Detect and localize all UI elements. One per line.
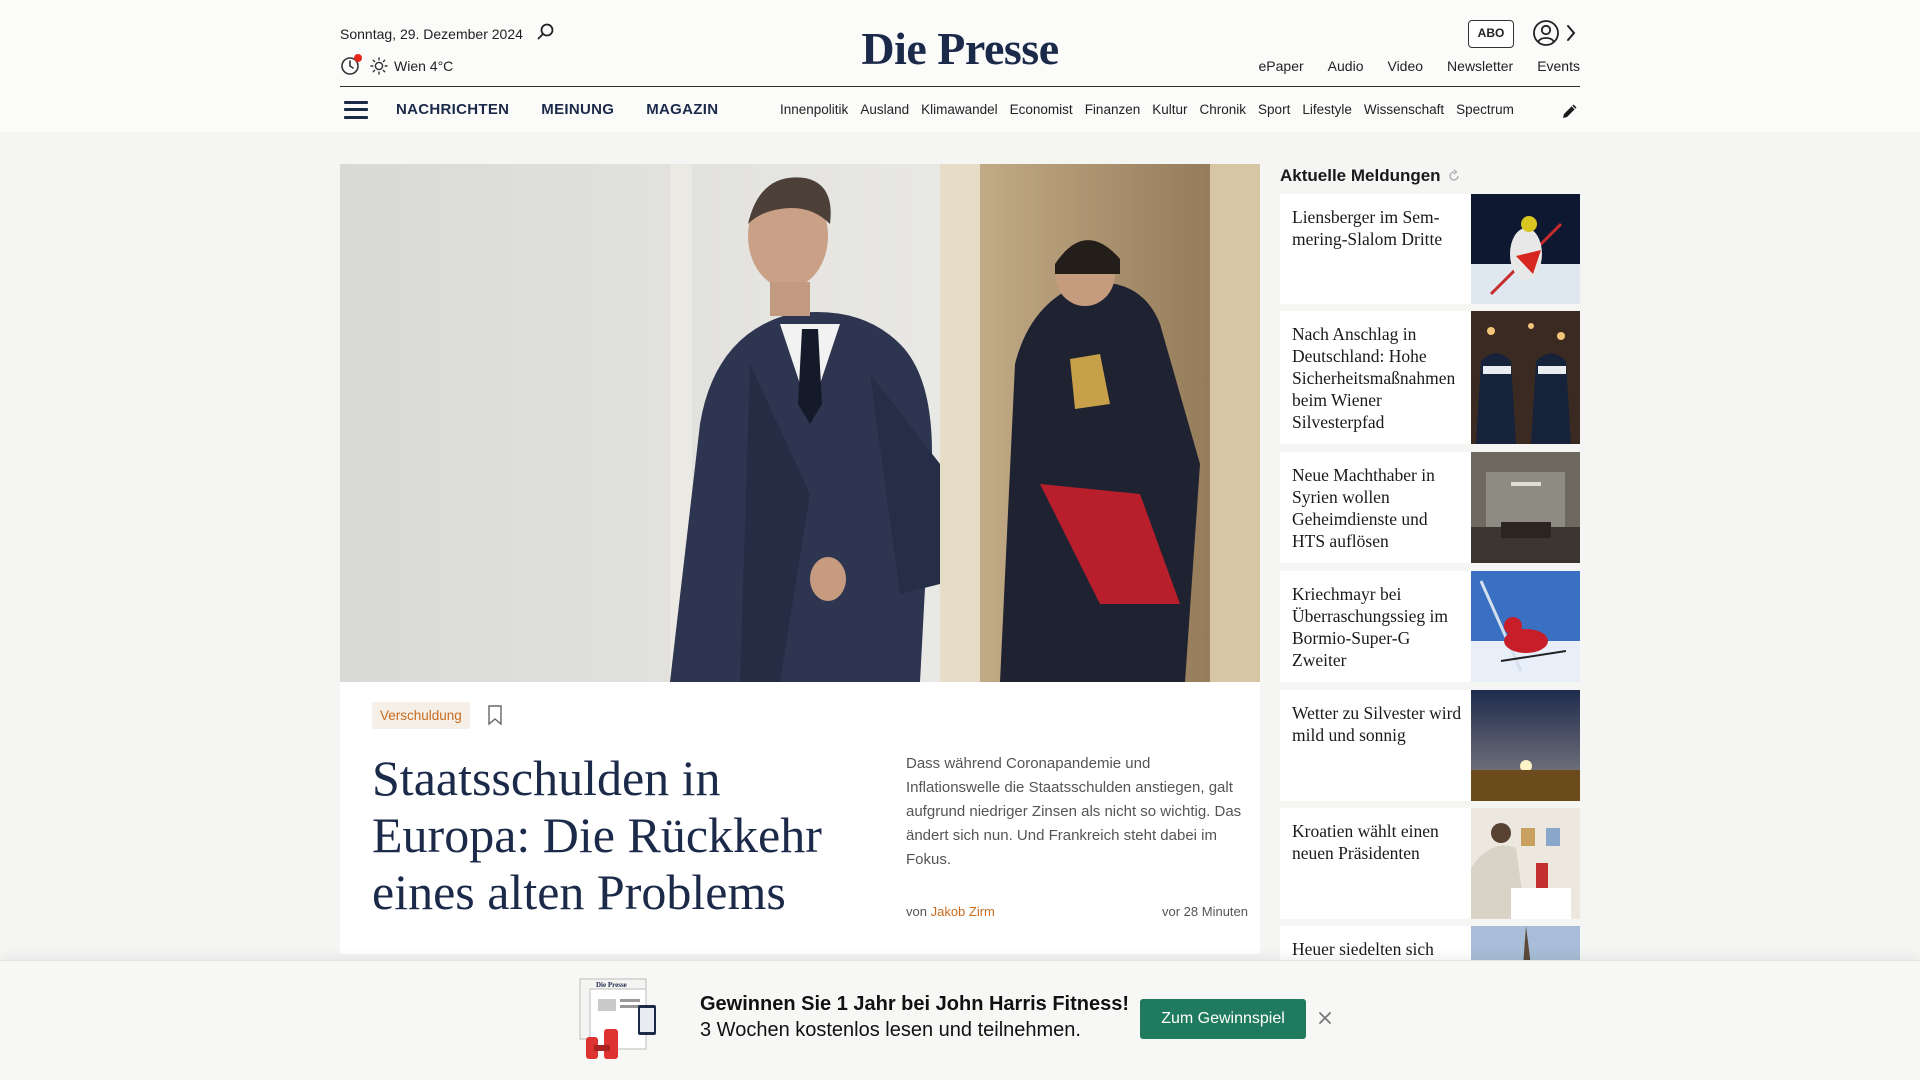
- author-link[interactable]: Jakob Zirm: [931, 904, 995, 919]
- user-account-icon[interactable]: [1532, 19, 1560, 47]
- header-inner: Sonntag, 29. Dezember 2024 Wien 4°C Die …: [340, 0, 1580, 132]
- nav-item-magazin[interactable]: MAGAZIN: [646, 101, 718, 118]
- news-thumbnail: [1471, 808, 1580, 919]
- news-item-title: Wetter zu Silvester wird mild und sonnig: [1292, 703, 1462, 745]
- nav-section-chronik[interactable]: Chronik: [1200, 102, 1247, 117]
- nav-section-wissenschaft[interactable]: Wissenschaft: [1364, 102, 1444, 117]
- current-date: Sonntag, 29. Dezember 2024: [340, 26, 523, 42]
- news-item[interactable]: Liensberger im Sem­mering-Slalom Dritte: [1280, 194, 1580, 304]
- close-icon[interactable]: [1317, 1010, 1333, 1026]
- nav-section-spectrum[interactable]: Spectrum: [1456, 102, 1514, 117]
- category-tag[interactable]: Verschuldung: [372, 702, 470, 729]
- clock-icon[interactable]: [340, 54, 362, 76]
- main-navigation: NACHRICHTEN MEINUNG MAGAZIN Innenpolitik…: [340, 87, 1580, 132]
- article-headline[interactable]: Staatsschulden in Europa: Die Rückkehr e…: [372, 750, 872, 921]
- nav-item-meinung[interactable]: MEINUNG: [541, 101, 614, 118]
- weather-label: Wien 4°C: [394, 58, 454, 74]
- nav-section-ausland[interactable]: Ausland: [860, 102, 909, 117]
- nav-section-innenpolitik[interactable]: Innenpolitik: [780, 102, 848, 117]
- nav-section-klimawandel[interactable]: Klimawandel: [921, 102, 998, 117]
- nav-main-sections: NACHRICHTEN MEINUNG MAGAZIN: [396, 101, 718, 118]
- nav-subsections: Innenpolitik Ausland Klimawandel Economi…: [780, 87, 1550, 132]
- news-item-title: Kroatien wählt einen neuen Präsidenten: [1292, 821, 1439, 863]
- search-icon[interactable]: [536, 22, 556, 42]
- sidebar-heading: Aktuelle Meldungen: [1280, 164, 1580, 188]
- hamburger-menu-icon[interactable]: [344, 100, 368, 119]
- hero-image[interactable]: [340, 164, 1260, 682]
- hero-article[interactable]: Verschuldung Staatsschulden in Europa: D…: [340, 164, 1260, 954]
- abo-button[interactable]: ABO: [1468, 20, 1514, 48]
- news-thumbnail: [1471, 571, 1580, 682]
- notification-dot: [354, 54, 362, 62]
- nav-section-economist[interactable]: Economist: [1010, 102, 1073, 117]
- promo-banner: Die Presse Gewinnen Sie 1 Jahr bei John …: [0, 960, 1920, 1080]
- promo-subline: 3 Wochen kostenlos lesen und teilnehmen.: [700, 1019, 1081, 1041]
- news-item-title: Kriechmayr bei Überraschungssieg im Borm…: [1292, 584, 1449, 670]
- article-teaser: Dass während Coronapandemie und Inflatio…: [906, 755, 1242, 868]
- latest-news-sidebar: Aktuelle Meldungen Liensberger im Sem­me…: [1280, 164, 1580, 966]
- news-item-title: Liensberger im Sem­mering-Slalom Dritte: [1292, 207, 1443, 249]
- nav-section-lifestyle[interactable]: Lifestyle: [1302, 102, 1352, 117]
- promo-headline: Gewinnen Sie 1 Jahr bei John Harris Fitn…: [700, 993, 1130, 1015]
- refresh-icon: [1448, 169, 1459, 181]
- news-item[interactable]: Nach Anschlag in Deutschland: Hohe Siche…: [1280, 311, 1580, 444]
- toplink-events[interactable]: Events: [1537, 58, 1580, 74]
- news-item-title: Neue Machthaber in Syrien wollen Geheimd…: [1292, 465, 1435, 551]
- promo-newspaper-image: Die Presse: [576, 977, 662, 1063]
- bookmark-icon[interactable]: [487, 704, 503, 726]
- news-thumbnail: [1471, 690, 1580, 801]
- promo-cta-button[interactable]: Zum Gewinnspiel: [1140, 999, 1306, 1039]
- pencil-icon[interactable]: [1560, 101, 1580, 121]
- nav-item-nachrichten[interactable]: NACHRICHTEN: [396, 101, 509, 118]
- news-item-title: Nach Anschlag in Deutschland: Hohe Siche…: [1292, 324, 1456, 432]
- news-item[interactable]: Kroatien wählt einen neuen Präsidenten: [1280, 808, 1580, 919]
- news-thumbnail: [1471, 311, 1580, 444]
- article-byline: von Jakob Zirm: [906, 904, 995, 919]
- hero-body: Verschuldung Staatsschulden in Europa: D…: [340, 682, 1260, 954]
- nav-section-sport[interactable]: Sport: [1258, 102, 1290, 117]
- chevron-right-icon[interactable]: [1564, 23, 1578, 43]
- news-thumbnail: [1471, 194, 1580, 304]
- nav-section-kultur[interactable]: Kultur: [1152, 102, 1187, 117]
- news-item[interactable]: Neue Machthaber in Syrien wollen Geheimd…: [1280, 452, 1580, 563]
- site-header: Sonntag, 29. Dezember 2024 Wien 4°C Die …: [0, 0, 1920, 132]
- weather-widget[interactable]: Wien 4°C: [340, 54, 454, 76]
- news-thumbnail: [1471, 452, 1580, 563]
- byline-prefix: von: [906, 904, 927, 919]
- top-links: ePaper Audio Video Newsletter Events: [1259, 58, 1580, 74]
- sun-icon: [370, 57, 388, 75]
- toplink-newsletter[interactable]: Newsletter: [1447, 58, 1513, 74]
- promo-mini-logo: Die Presse: [596, 981, 627, 989]
- toplink-video[interactable]: Video: [1387, 58, 1423, 74]
- toplink-audio[interactable]: Audio: [1328, 58, 1364, 74]
- news-item-title: Heuer siedelten sich: [1292, 939, 1434, 959]
- sidebar-title: Aktuelle Meldungen: [1280, 166, 1441, 185]
- nav-section-finanzen[interactable]: Finanzen: [1085, 102, 1141, 117]
- news-item[interactable]: Wetter zu Silvester wird mild und sonnig: [1280, 690, 1580, 801]
- article-time: vor 28 Minuten: [1162, 904, 1248, 919]
- news-item[interactable]: Kriechmayr bei Überraschungssieg im Borm…: [1280, 571, 1580, 682]
- toplink-epaper[interactable]: ePaper: [1259, 58, 1304, 74]
- site-logo[interactable]: Die Presse: [860, 22, 1060, 75]
- promo-text: Gewinnen Sie 1 Jahr bei John Harris Fitn…: [700, 991, 1129, 1043]
